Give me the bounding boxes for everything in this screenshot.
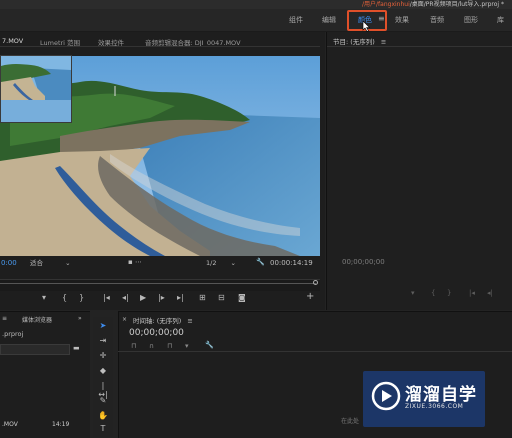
window-title: /用户/fangxinhui/桌面/PR视频项目/lut导入.prproj * <box>362 1 504 8</box>
workspace-tab-editing[interactable]: 编辑 <box>322 15 336 25</box>
step-back-icon[interactable]: ◂| <box>122 293 129 302</box>
workspace-tab-effects[interactable]: 效果 <box>395 15 409 25</box>
timeline-divider <box>118 351 512 352</box>
tab-source-clip[interactable]: 7.MOV <box>2 37 23 45</box>
program-go-to-in-icon[interactable]: |◂ <box>469 289 475 297</box>
timeline-timecode[interactable]: 00;00;00;00 <box>129 328 184 338</box>
workspace-tab-assembly[interactable]: 组件 <box>289 15 303 25</box>
workspace-tab-libraries[interactable]: 库 <box>497 15 504 25</box>
program-timecode[interactable]: 00;00;00;00 <box>342 258 385 266</box>
add-marker-icon[interactable]: ▾ <box>42 293 46 302</box>
workspace-tab-audio[interactable]: 音频 <box>430 15 444 25</box>
project-panel: ≡ 媒体浏览器 » .prproj ▬ .MOV 14:19 <box>0 311 90 438</box>
source-duration: 00:00:14:19 <box>270 259 313 267</box>
go-to-in-icon[interactable]: |◂ <box>103 293 110 302</box>
timeline-title: 时间轴: (无序列) ≡ <box>133 317 193 325</box>
brand-name: 溜溜自学 <box>405 385 477 405</box>
source-timecode-in[interactable]: 0:00 <box>1 258 17 268</box>
thumb-duration: 14:19 <box>52 421 70 428</box>
timeline-snap-icon[interactable]: ⊓ <box>131 341 136 351</box>
workspace-bar: 组件 编辑 颜色 ≡ 效果 音频 图形 库 <box>0 9 512 32</box>
timeline-close-icon[interactable]: × <box>122 315 127 325</box>
ripple-edit-tool-icon[interactable]: ✛ <box>97 351 109 360</box>
mark-out-icon[interactable]: } <box>79 293 84 302</box>
brand-url: ZIXUE.3066.COM <box>405 403 464 410</box>
wrench-icon[interactable]: 🔧 <box>256 257 265 267</box>
timeline-settings-icon[interactable]: 🔧 <box>205 340 214 350</box>
workspace-tab-graphics[interactable]: 图形 <box>464 15 478 25</box>
program-marker-icon[interactable]: ▾ <box>411 289 415 297</box>
folder-icon[interactable]: ▬ <box>73 343 80 353</box>
resolution-select[interactable]: 1/2 ⌄ <box>206 258 236 268</box>
project-tab-menu-icon[interactable]: ≡ <box>2 315 7 322</box>
timeline-marker-icon[interactable]: ▾ <box>185 341 189 351</box>
title-bar: /用户/fangxinhui/桌面/PR视频项目/lut导入.prproj * <box>0 0 512 9</box>
program-title: 节目: (无序列) ≡ <box>333 38 387 46</box>
brand-play-icon <box>371 381 401 411</box>
timeline-drop-hint: 在此处 <box>341 418 360 425</box>
program-step-back-icon[interactable]: ◂| <box>487 289 493 297</box>
overwrite-icon[interactable]: ⊟ <box>218 293 225 302</box>
timeline-nest-icon[interactable]: ⊓ <box>167 341 172 351</box>
project-more-icon[interactable]: » <box>78 315 82 322</box>
camera-icon[interactable]: ◙ <box>238 293 246 302</box>
hand-tool-icon[interactable]: ✋ <box>97 411 109 420</box>
thumb-clip-name: .MOV <box>2 421 18 428</box>
program-monitor-panel: 节目: (无序列) ≡ 00;00;00;00 ▾ { } |◂ ◂| <box>326 32 512 310</box>
play-button[interactable]: ▶ <box>140 293 146 302</box>
fit-select[interactable]: 适合 ⌄ <box>30 258 71 268</box>
mark-in-icon[interactable]: { <box>62 293 67 302</box>
razor-tool-icon[interactable]: ◆ <box>97 366 109 375</box>
project-search-input[interactable] <box>0 344 70 355</box>
insert-icon[interactable]: ⊞ <box>199 293 206 302</box>
timeline-link-icon[interactable]: ∩ <box>149 341 154 351</box>
type-tool-icon[interactable]: T <box>97 424 109 433</box>
program-mark-out-icon[interactable]: } <box>447 289 451 297</box>
step-forward-icon[interactable]: |▸ <box>158 293 165 302</box>
program-mark-in-icon[interactable]: { <box>431 289 435 297</box>
safe-margin-icon[interactable]: ▪ ⋯ <box>128 257 142 267</box>
clip-thumbnail[interactable] <box>0 55 72 123</box>
source-transport: ▾ { } |◂ ◂| ▶ |▸ ▸| ⊞ ⊟ ◙ + <box>0 291 325 309</box>
track-select-tool-icon[interactable]: ⇥ <box>97 336 109 345</box>
tools-panel: ➤ ⇥ ✛ ◆ |↔| ✎ ✋ T <box>93 317 113 437</box>
mouse-cursor-icon <box>362 21 370 32</box>
add-button-icon[interactable]: + <box>306 291 314 302</box>
tab-media-browser[interactable]: 媒体浏览器 <box>22 315 52 324</box>
selection-tool-icon[interactable]: ➤ <box>97 321 109 330</box>
project-file-name: .prproj <box>2 330 24 338</box>
watermark-logo: 溜溜自学 ZIXUE.3066.COM <box>363 371 485 427</box>
go-to-out-icon[interactable]: ▸| <box>177 293 184 302</box>
pen-tool-icon[interactable]: ✎ <box>97 396 109 405</box>
